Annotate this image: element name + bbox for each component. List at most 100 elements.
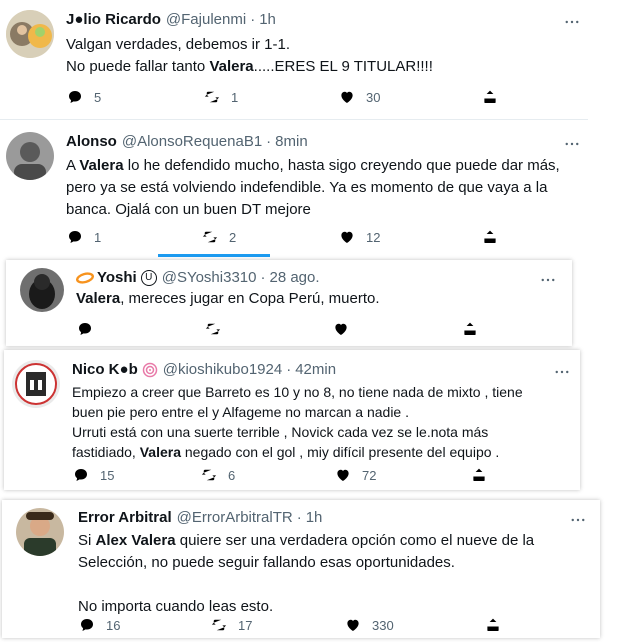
tweet-text: A Valera lo he defendido mucho, hasta si…	[66, 155, 586, 221]
timestamp[interactable]: 1h	[306, 509, 323, 526]
share-icon	[470, 466, 488, 484]
avatar[interactable]	[6, 10, 54, 58]
reply-button[interactable]: 15	[72, 466, 114, 484]
reply-count: 15	[100, 467, 115, 483]
avatar-image	[20, 268, 64, 312]
tweet-4[interactable]: Nico K●b @kioshikubo1924 · 42min Empiezo…	[4, 350, 580, 490]
more-icon[interactable]	[538, 270, 558, 290]
like-button[interactable]	[332, 320, 360, 338]
heart-icon	[334, 466, 352, 484]
reply-button[interactable]: 16	[78, 616, 120, 634]
more-icon[interactable]	[568, 510, 588, 530]
reply-button[interactable]: 5	[66, 88, 101, 106]
author-handle[interactable]: @kioshikubo1924	[163, 361, 282, 378]
share-button[interactable]	[461, 320, 489, 338]
reply-count: 16	[106, 617, 121, 633]
like-button[interactable]: 330	[344, 616, 394, 634]
text-line: Valgan verdades, debemos ir 1-1.	[66, 36, 291, 53]
more-icon[interactable]	[562, 134, 582, 154]
tweet-3[interactable]: Yoshi U @SYoshi3310 · 28 ago. Valera, me…	[6, 260, 572, 346]
author-handle[interactable]: @AlonsoRequenaB1	[122, 133, 262, 150]
retweet-icon	[201, 228, 219, 246]
text-line: buen pie pero entre el y Alfageme no mar…	[72, 404, 409, 420]
text-line: fastidiado, Valera negado con el gol , m…	[72, 442, 572, 462]
like-count: 72	[362, 467, 377, 483]
retweet-icon	[204, 320, 222, 338]
avatar-image	[12, 360, 60, 408]
verified-badge-icon: U	[140, 269, 157, 286]
share-button[interactable]	[481, 88, 509, 106]
heart-icon	[344, 616, 362, 634]
retweet-count: 6	[228, 467, 236, 483]
avatar[interactable]	[16, 508, 64, 556]
author-handle[interactable]: @ErrorArbitralTR	[177, 509, 293, 526]
text-line: pero ya se está volviendo indefendible. …	[66, 179, 548, 196]
avatar[interactable]	[12, 360, 60, 408]
author-name[interactable]: Yoshi	[97, 269, 137, 286]
tweet-2[interactable]: Alonso @AlonsoRequenaB1 · 8min A Valera …	[0, 122, 588, 252]
author-handle[interactable]: @SYoshi3310	[162, 269, 257, 286]
highlight-name: Valera	[79, 157, 124, 174]
retweet-button[interactable]: 1	[203, 88, 238, 106]
tweet-header: Error Arbitral @ErrorArbitralTR · 1h	[78, 509, 322, 526]
like-button[interactable]: 72	[334, 466, 376, 484]
retweet-count: 17	[238, 617, 253, 633]
tweet-header: J●lio Ricardo @Fajulenmi · 1h	[66, 11, 276, 28]
reply-icon	[76, 320, 94, 338]
retweet-button[interactable]: 17	[210, 616, 252, 634]
text-line: Urruti está con una suerte terrible , No…	[72, 424, 489, 440]
like-button[interactable]: 30	[338, 88, 380, 106]
highlight-name: Valera	[76, 290, 121, 307]
reply-icon	[66, 228, 84, 246]
timestamp[interactable]: 8min	[275, 133, 308, 150]
share-button[interactable]	[484, 616, 512, 634]
text-span: .....ERES EL 9 TITULAR!!!!	[253, 58, 433, 75]
text-span: negado con el gol , miy difícil presente…	[180, 444, 500, 460]
text-line: banca. Ojalá con un buen DT mejore	[66, 201, 311, 218]
separator-dot: ·	[266, 133, 272, 150]
text-span: , mereces jugar en Copa Perú, muerto.	[120, 290, 380, 307]
retweet-button[interactable]: 2	[201, 228, 236, 246]
share-button[interactable]	[481, 228, 509, 246]
author-name[interactable]: J●lio Ricardo	[66, 11, 161, 28]
separator-dot: ·	[286, 361, 292, 378]
retweet-icon	[210, 616, 228, 634]
tweet-text: Valgan verdades, debemos ir 1-1. No pued…	[66, 34, 586, 78]
share-button[interactable]	[470, 466, 498, 484]
text-line: Si Alex Valera quiere ser una verdadera …	[78, 530, 588, 552]
highlight-name: Valera	[139, 444, 181, 460]
timestamp[interactable]: 1h	[259, 11, 276, 28]
more-icon[interactable]	[562, 12, 582, 32]
heart-icon	[332, 320, 350, 338]
text-span: No puede fallar tanto	[66, 58, 210, 75]
divider	[0, 119, 588, 120]
share-icon	[461, 320, 479, 338]
tweet-text: Empiezo a creer que Barreto es 10 y no 8…	[72, 382, 572, 462]
author-name[interactable]: Alonso	[66, 133, 117, 150]
author-handle[interactable]: @Fajulenmi	[166, 11, 246, 28]
share-icon	[484, 616, 502, 634]
retweet-button[interactable]: 6	[200, 466, 235, 484]
timestamp[interactable]: 42min	[295, 361, 336, 378]
reply-icon	[72, 466, 90, 484]
more-icon[interactable]	[552, 362, 572, 382]
author-name[interactable]: Error Arbitral	[78, 509, 172, 526]
avatar[interactable]	[6, 132, 54, 180]
text-line: Selección, no puede seguir fallando esas…	[78, 554, 455, 571]
heart-icon	[338, 88, 356, 106]
tweet-1[interactable]: J●lio Ricardo @Fajulenmi · 1h Valgan ver…	[0, 0, 588, 118]
retweet-button[interactable]	[204, 320, 232, 338]
timestamp[interactable]: 28 ago.	[269, 269, 319, 286]
tweet-5[interactable]: Error Arbitral @ErrorArbitralTR · 1h Si …	[2, 500, 600, 638]
reply-button[interactable]: 1	[66, 228, 101, 246]
avatar-image	[6, 10, 54, 58]
author-name[interactable]: Nico K●b	[72, 361, 138, 378]
reply-icon	[78, 616, 96, 634]
text-line: No importa cuando leas esto.	[78, 598, 274, 615]
tweet-text: Si Alex Valera quiere ser una verdadera …	[78, 530, 588, 618]
like-button[interactable]: 12	[338, 228, 380, 246]
text-span: fastidiado,	[72, 444, 140, 460]
avatar[interactable]	[20, 268, 64, 312]
share-icon	[481, 228, 499, 246]
reply-button[interactable]	[76, 320, 104, 338]
